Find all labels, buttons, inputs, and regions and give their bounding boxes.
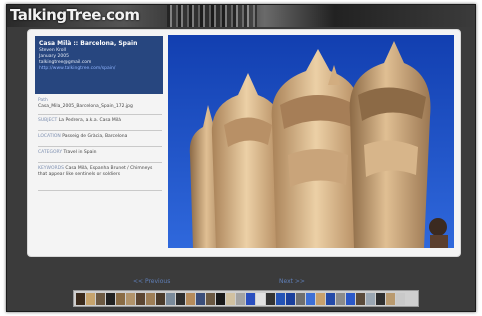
thumbnail[interactable]	[376, 292, 385, 305]
meta-category-key: CATEGORY	[38, 150, 63, 155]
photo-url-link[interactable]: http://www.talkingtree.com/spain/	[39, 66, 159, 72]
thumbnail[interactable]	[136, 292, 145, 305]
thumbnail[interactable]	[346, 292, 355, 305]
meta-subject: SUBJECT La Pedrera, a.k.a. Casa Milà	[38, 118, 162, 124]
thumbnail[interactable]	[286, 292, 295, 305]
thumbnail[interactable]	[106, 292, 115, 305]
thumbnail[interactable]	[86, 292, 95, 305]
thumbnail[interactable]	[316, 292, 325, 305]
thumbnail[interactable]	[146, 292, 155, 305]
divider	[38, 130, 162, 131]
meta-path-value: Casa_Mila_2005_Barcelona_Spain_172.jpg	[38, 104, 133, 109]
thumbnail[interactable]	[306, 292, 315, 305]
meta-location-value: Passeig de Gràcia, Barcelona	[62, 134, 128, 139]
thumbnail[interactable]	[326, 292, 335, 305]
thumbnail[interactable]	[386, 292, 395, 305]
thumbnail[interactable]	[216, 292, 225, 305]
meta-location: LOCATION Passeig de Gràcia, Barcelona	[38, 134, 162, 140]
main-photo[interactable]	[168, 35, 454, 248]
thumbnail[interactable]	[186, 292, 195, 305]
site-logo[interactable]: TalkingTree.com	[10, 6, 140, 24]
meta-path: Path Casa_Mila_2005_Barcelona_Spain_172.…	[38, 98, 162, 110]
photo-title: Casa Milà :: Barcelona, Spain	[39, 40, 138, 47]
thumbnail[interactable]	[276, 292, 285, 305]
thumbnail[interactable]	[336, 292, 345, 305]
thumbnail[interactable]	[156, 292, 165, 305]
divider	[38, 162, 162, 163]
meta-category-value: Travel in Spain	[63, 150, 97, 155]
thumbnail[interactable]	[356, 292, 365, 305]
header-image-strip	[167, 5, 257, 27]
meta-category: CATEGORY Travel in Spain	[38, 150, 162, 156]
site-header: TalkingTree.com	[7, 5, 475, 27]
meta-keywords-key: KEYWORDS	[38, 166, 64, 171]
thumbnail[interactable]	[76, 292, 85, 305]
photo-card: Casa Milà :: Barcelona, Spain Steven Kro…	[27, 29, 461, 257]
thumbnail[interactable]	[266, 292, 275, 305]
thumbnail[interactable]	[236, 292, 245, 305]
thumbnail[interactable]	[196, 292, 205, 305]
thumbnail-strip	[73, 290, 419, 307]
thumbnail[interactable]	[166, 292, 175, 305]
thumbnail[interactable]	[206, 292, 215, 305]
thumbnail[interactable]	[296, 292, 305, 305]
meta-keywords: KEYWORDS Casa Milà, Espanha Brunet / Chi…	[38, 166, 162, 178]
photo-info-box: Casa Milà :: Barcelona, Spain Steven Kro…	[35, 36, 163, 94]
thumbnail[interactable]	[116, 292, 125, 305]
thumbnail[interactable]	[246, 292, 255, 305]
meta-subject-value: La Pedrera, a.k.a. Casa Milà	[58, 118, 122, 123]
thumbnail[interactable]	[96, 292, 105, 305]
divider	[38, 114, 162, 115]
thumbnail[interactable]	[256, 292, 265, 305]
thumbnail[interactable]	[396, 292, 405, 305]
meta-location-key: LOCATION	[38, 134, 61, 139]
chimneys-photo	[168, 35, 454, 248]
previous-link[interactable]: << Previous	[133, 278, 170, 285]
meta-subject-key: SUBJECT	[38, 118, 58, 123]
thumbnail[interactable]	[176, 292, 185, 305]
thumbnail[interactable]	[366, 292, 375, 305]
divider	[38, 146, 162, 147]
gallery-frame: TalkingTree.com Casa Milà :: Barcelona, …	[6, 4, 476, 312]
thumbnail[interactable]	[226, 292, 235, 305]
thumbnail[interactable]	[126, 292, 135, 305]
next-link[interactable]: Next >>	[279, 278, 305, 285]
divider	[38, 190, 162, 191]
